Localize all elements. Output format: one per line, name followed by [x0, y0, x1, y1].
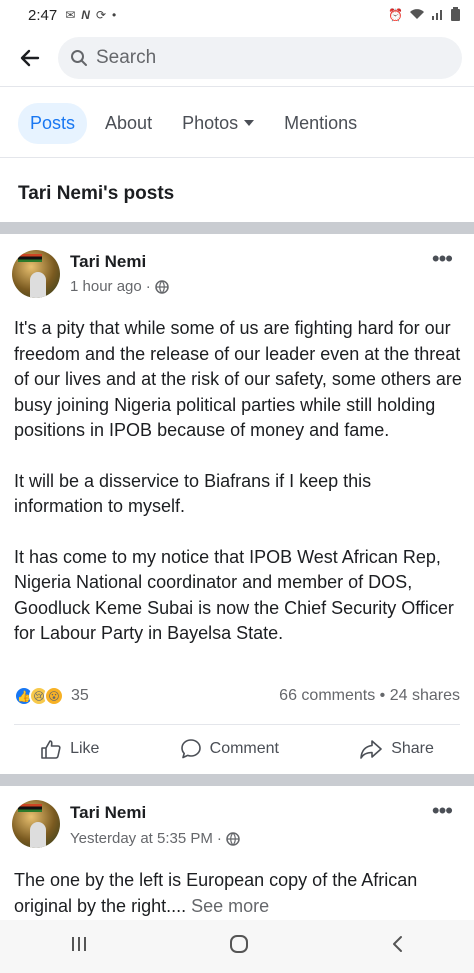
post-body: It's a pity that while some of us are fi… [14, 316, 464, 647]
share-icon [360, 740, 382, 759]
section-separator [0, 222, 474, 234]
top-bar [0, 30, 474, 86]
comments-count[interactable]: 66 comments [279, 687, 375, 704]
tab-photos[interactable]: Photos [170, 103, 266, 144]
post-stats: 66 comments • 24 shares [279, 687, 460, 704]
system-nav-bar [0, 920, 474, 973]
actions-divider [14, 724, 460, 725]
comment-button[interactable]: Comment [180, 738, 279, 760]
tab-about-label: About [105, 112, 153, 133]
post-paragraph: It's a pity that while some of us are fi… [14, 318, 462, 440]
post-time[interactable]: Yesterday at 5:35 PM [70, 830, 213, 847]
dot-icon: • [112, 8, 117, 22]
back-button[interactable] [12, 40, 48, 76]
header-divider [0, 86, 474, 87]
system-icons: ⏰ [388, 6, 460, 24]
post-separator [0, 774, 474, 786]
post-meta: 1 hour ago · [70, 278, 169, 295]
post-body: The one by the left is European copy of … [14, 868, 464, 919]
n-icon: N [81, 8, 90, 22]
reaction-count: 35 [71, 687, 89, 704]
tab-about[interactable]: About [93, 103, 164, 144]
tab-posts-label: Posts [30, 112, 76, 133]
post-actions: Like Comment Share [0, 734, 474, 764]
post-meta: Yesterday at 5:35 PM · [70, 830, 240, 847]
status-time: 2:47 [28, 6, 58, 24]
home-icon [229, 935, 248, 953]
post-author[interactable]: Tari Nemi [70, 803, 146, 823]
share-label: Share [391, 740, 434, 757]
tab-mentions-label: Mentions [284, 112, 358, 133]
avatar[interactable] [12, 800, 60, 848]
like-label: Like [70, 740, 100, 757]
like-icon [41, 740, 61, 759]
avatar[interactable] [12, 250, 60, 298]
tab-photos-label: Photos [182, 112, 239, 133]
post-card: Tari Nemi 1 hour ago · ••• It's a pity t… [0, 234, 474, 774]
post-author[interactable]: Tari Nemi [70, 252, 146, 272]
post-time[interactable]: 1 hour ago [70, 278, 142, 295]
post-paragraph: It has come to my notice that IPOB West … [14, 546, 454, 644]
notification-icons: ✉ N ⟳ • [65, 8, 116, 22]
post-paragraph: It will be a disservice to Biafrans if I… [14, 470, 372, 517]
tabs-divider [0, 157, 474, 158]
recents-icon [72, 937, 87, 951]
comment-icon [180, 739, 201, 759]
globe-icon [226, 831, 240, 846]
comment-label: Comment [209, 740, 279, 757]
alarm-icon: ⏰ [388, 8, 403, 22]
search-input[interactable] [96, 47, 396, 69]
sync-icon: ⟳ [95, 8, 106, 22]
tab-posts[interactable]: Posts [18, 102, 88, 144]
search-bar[interactable] [58, 37, 462, 79]
shares-count[interactable]: 24 shares [390, 687, 460, 704]
post-card: Tari Nemi Yesterday at 5:35 PM · ••• The… [0, 786, 474, 920]
more-icon[interactable]: ••• [432, 798, 453, 824]
recents-button[interactable] [69, 935, 89, 958]
battery-icon [451, 6, 460, 24]
search-icon [71, 50, 87, 66]
more-icon[interactable]: ••• [432, 246, 453, 272]
wow-reaction-icon: 😮 [44, 686, 64, 706]
share-button[interactable]: Share [359, 738, 434, 760]
system-back-button[interactable] [389, 934, 405, 959]
back-arrow-icon [20, 49, 40, 67]
tab-mentions[interactable]: Mentions [272, 103, 369, 144]
like-button[interactable]: Like [40, 738, 99, 760]
wifi-icon [409, 8, 425, 23]
see-more-link[interactable]: See more [191, 896, 269, 916]
reaction-summary[interactable]: 👍 😢 😮 35 [14, 686, 89, 706]
back-icon [392, 936, 402, 952]
globe-icon [154, 279, 169, 294]
home-button[interactable] [228, 933, 250, 960]
mail-icon: ✉ [65, 8, 76, 22]
status-bar: 2:47 ✉ N ⟳ • ⏰ [0, 0, 474, 30]
chevron-down-icon [244, 120, 255, 126]
signal-icon [431, 8, 445, 23]
profile-tabs: Posts About Photos Mentions [0, 98, 474, 148]
section-title: Tari Nemi's posts [18, 183, 175, 204]
